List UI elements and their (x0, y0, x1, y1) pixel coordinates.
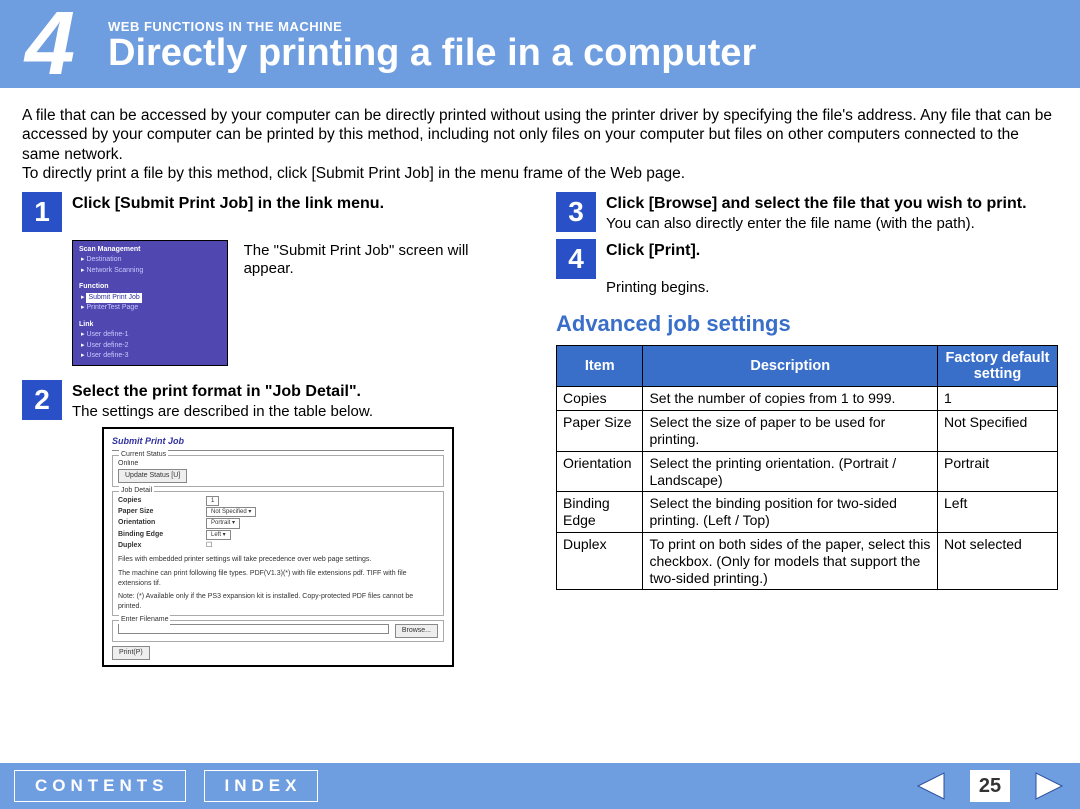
left-column: 1 Click [Submit Print Job] in the link m… (22, 192, 522, 668)
chapter-title: Directly printing a file in a computer (108, 34, 1080, 74)
step-1-content: Scan Management Destination Network Scan… (72, 240, 522, 366)
step-number: 1 (22, 192, 62, 232)
step-1: 1 Click [Submit Print Job] in the link m… (22, 192, 522, 232)
step-4-text: Printing begins. (606, 279, 1058, 298)
dialog-screenshot: Submit Print Job Current Status Online U… (102, 427, 454, 667)
table-row: Orientation Select the printing orientat… (557, 451, 1058, 492)
step-3-title: Click [Browse] and select the file that … (606, 194, 1058, 213)
step-number: 2 (22, 380, 62, 420)
right-column: 3 Click [Browse] and select the file tha… (556, 192, 1058, 668)
step-number: 3 (556, 192, 596, 232)
table-row: Duplex To print on both sides of the pap… (557, 532, 1058, 589)
chapter-number: 4 (0, 0, 100, 88)
step-4-title: Click [Print]. (606, 241, 1058, 260)
prev-page-icon[interactable] (914, 771, 948, 801)
chapter-title-block: WEB FUNCTIONS IN THE MACHINE Directly pr… (100, 0, 1080, 88)
page-body: A file that can be accessed by your comp… (0, 88, 1080, 667)
step-2-text: The settings are described in the table … (72, 403, 522, 422)
th-desc: Description (643, 346, 938, 387)
settings-table: Item Description Factory default setting… (556, 345, 1058, 590)
step-3: 3 Click [Browse] and select the file tha… (556, 192, 1058, 234)
step-2-title: Select the print format in "Job Detail". (72, 382, 522, 401)
chapter-header: 4 WEB FUNCTIONS IN THE MACHINE Directly … (0, 0, 1080, 88)
step-1-title: Click [Submit Print Job] in the link men… (72, 194, 522, 213)
page-footer: CONTENTS INDEX 25 (0, 763, 1080, 809)
table-row: Binding Edge Select the binding position… (557, 492, 1058, 533)
th-item: Item (557, 346, 643, 387)
table-row: Copies Set the number of copies from 1 t… (557, 387, 1058, 411)
table-row: Paper Size Select the size of paper to b… (557, 411, 1058, 452)
next-page-icon[interactable] (1032, 771, 1066, 801)
page-number: 25 (970, 770, 1010, 802)
index-button[interactable]: INDEX (204, 770, 319, 802)
step-2: 2 Select the print format in "Job Detail… (22, 380, 522, 422)
step-4: 4 Click [Print]. Printing begins. (556, 239, 1058, 297)
th-default: Factory default setting (938, 346, 1058, 387)
step-number: 4 (556, 239, 596, 279)
step-3-text: You can also directly enter the file nam… (606, 215, 1058, 234)
contents-button[interactable]: CONTENTS (14, 770, 186, 802)
intro-paragraph: A file that can be accessed by your comp… (22, 106, 1058, 184)
menu-screenshot: Scan Management Destination Network Scan… (72, 240, 228, 366)
step-1-text: The "Submit Print Job" screen will appea… (244, 242, 522, 280)
advanced-settings-heading: Advanced job settings (556, 311, 1058, 337)
